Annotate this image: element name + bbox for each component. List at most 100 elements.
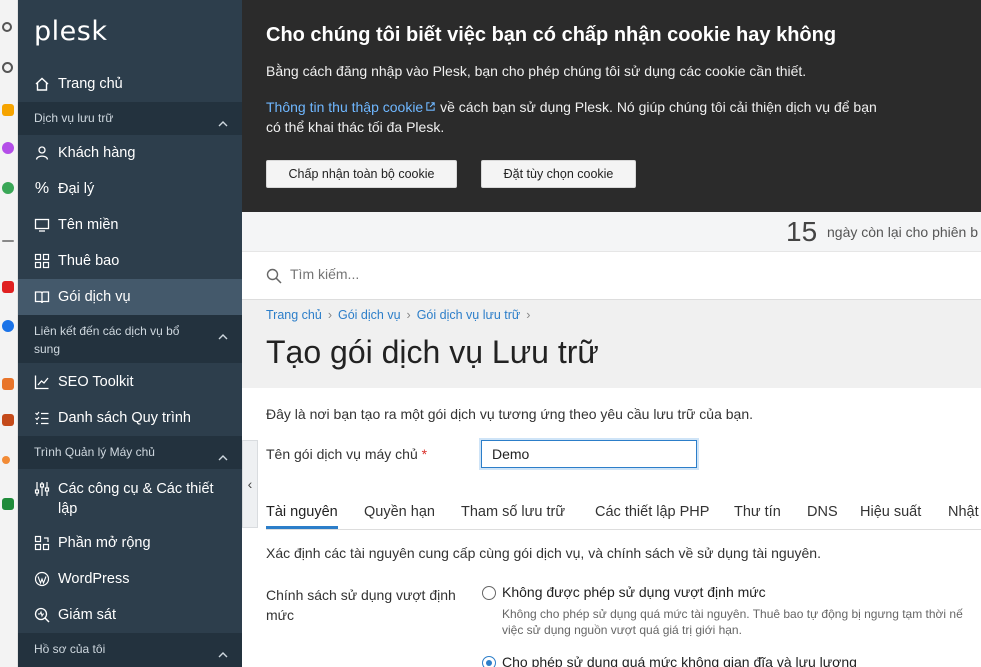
sidebar-item-home[interactable]: Trang chủ	[18, 66, 242, 102]
chevron-right-icon: ›	[327, 308, 332, 322]
chevron-up-icon	[218, 448, 228, 466]
overuse-disallow-radio[interactable]	[482, 586, 496, 600]
chevron-up-icon	[218, 114, 228, 132]
search-icon	[266, 268, 282, 289]
plan-form: Đây là nơi bạn tạo ra một gói dịch vụ tư…	[242, 388, 981, 667]
puzzle-icon	[34, 535, 50, 551]
chevron-up-icon	[218, 327, 228, 345]
sidebar-item-service-plans[interactable]: Gói dịch vụ	[18, 279, 242, 315]
trial-days-count: 15	[786, 216, 818, 247]
plan-name-input[interactable]	[481, 440, 697, 468]
tab-performance[interactable]: Hiệu suất	[860, 504, 921, 526]
sidebar-item-seo-toolkit[interactable]: SEO Toolkit	[18, 364, 242, 400]
gear-icon[interactable]	[2, 22, 12, 32]
tab-mail[interactable]: Thư tín	[734, 504, 781, 526]
cookie-info-link[interactable]: Thông tin thu thập cookie	[266, 99, 436, 115]
sidebar-item-workflows[interactable]: Danh sách Quy trình	[18, 400, 242, 436]
cookie-info-text: về cách bạn sử dụng Plesk. Nó giúp chúng…	[436, 99, 877, 115]
cookie-text: Bằng cách đăng nhập vào Plesk, bạn cho p…	[266, 63, 807, 79]
sidebar-item-label: SEO Toolkit	[58, 374, 134, 390]
sidebar-item-domains[interactable]: Tên miền	[18, 207, 242, 243]
sidebar-item-label: Phần mở rộng	[58, 535, 151, 551]
sidebar-item-label: Khách hàng	[58, 145, 136, 161]
search-bar	[242, 252, 981, 300]
wordpress-icon	[34, 571, 50, 587]
game2-icon[interactable]	[2, 414, 14, 426]
plan-tabs: Tài nguyên Quyền hạn Tham số lưu trữ Các…	[266, 498, 981, 530]
sidebar-item-label: Gói dịch vụ	[58, 289, 131, 305]
dot-icon[interactable]	[2, 456, 10, 464]
chrome-icon[interactable]	[2, 320, 14, 332]
sidebar-item-tools-settings[interactable]: Các công cụ & Các thiết lập	[18, 470, 242, 526]
circle-icon[interactable]	[2, 62, 13, 73]
breadcrumb: Trang chủ › Gói dịch vụ › Gói dịch vụ lưu tr…	[266, 308, 536, 322]
sheet-icon[interactable]	[2, 498, 14, 510]
overuse-allow-label[interactable]: Cho phép sử dụng quá mức không gian đĩa …	[502, 654, 857, 667]
group-label: Liên kết đến các dịch vụ bổ sung	[34, 324, 180, 356]
chevron-right-icon: ›	[406, 308, 411, 322]
grid-icon	[34, 253, 50, 269]
trial-days-text: ngày còn lại cho phiên b	[827, 224, 978, 240]
book-icon	[34, 289, 50, 305]
plesk-logo[interactable]: plesk	[34, 16, 107, 47]
search-input[interactable]	[290, 266, 690, 282]
monitoring-icon	[34, 607, 50, 623]
overuse-disallow-hint: Không cho phép sử dụng quá mức tài nguyê…	[502, 607, 963, 637]
group-hosting[interactable]: Dịch vụ lưu trữ	[18, 102, 242, 135]
group-label: Dịch vụ lưu trữ	[34, 111, 114, 125]
tab-dns[interactable]: DNS	[807, 504, 838, 526]
trial-bar: 15 ngày còn lại cho phiên b	[242, 212, 981, 252]
sidebar-item-subscriptions[interactable]: Thuê bao	[18, 243, 242, 279]
sidebar-item-monitoring[interactable]: Giám sát	[18, 597, 242, 633]
sidebar-item-wordpress[interactable]: WordPress	[18, 561, 242, 597]
breadcrumb-hosting-plans[interactable]: Gói dịch vụ lưu trữ	[417, 308, 521, 322]
home-icon	[34, 76, 50, 92]
sidebar-item-label: WordPress	[58, 571, 130, 587]
app-icon[interactable]	[2, 104, 14, 116]
os-taskbar	[0, 0, 18, 667]
page-title: Tạo gói dịch vụ Lưu trữ	[266, 334, 599, 370]
minus-icon[interactable]	[2, 240, 14, 242]
youtube-icon[interactable]	[2, 281, 14, 293]
group-label: Hồ sơ của tôi	[34, 642, 106, 656]
overuse-policy-label: Chính sách sử dụng vượt định mức	[266, 587, 456, 623]
overuse-allow-radio[interactable]	[482, 656, 496, 667]
group-label: Trình Quản lý Máy chủ	[34, 445, 155, 459]
breadcrumb-service-plans[interactable]: Gói dịch vụ	[338, 308, 401, 322]
sliders-icon	[34, 481, 50, 497]
group-additional-services[interactable]: Liên kết đến các dịch vụ bổ sung	[18, 315, 242, 363]
leaf-icon[interactable]	[2, 182, 14, 194]
cookie-info: Thông tin thu thập cookie về cách bạn sử…	[266, 97, 957, 137]
sidebar-item-label: Các công cụ & Các thiết lập	[58, 481, 214, 517]
tab-permissions[interactable]: Quyền hạn	[364, 504, 435, 526]
accept-all-cookies-button[interactable]: Chấp nhận toàn bộ cookie	[266, 160, 457, 188]
tab-resources[interactable]: Tài nguyên	[266, 504, 338, 529]
overuse-disallow-label[interactable]: Không được phép sử dụng vượt định mức	[502, 584, 766, 600]
chevron-up-icon	[218, 645, 228, 663]
sidebar-item-label: Giám sát	[58, 607, 117, 623]
sidebar-item-extensions[interactable]: Phần mở rộng	[18, 525, 242, 561]
tab-logs[interactable]: Nhật	[948, 504, 979, 526]
sidebar-item-resellers[interactable]: % Đại lý	[18, 171, 242, 207]
sidebar-item-label: Trang chủ	[58, 76, 123, 92]
user-icon	[34, 145, 50, 161]
resources-description: Xác định các tài nguyên cung cấp cùng gó…	[266, 545, 821, 561]
form-intro: Đây là nơi bạn tạo ra một gói dịch vụ tư…	[266, 406, 754, 422]
cookie-settings-button[interactable]: Đặt tùy chọn cookie	[481, 160, 636, 188]
sidebar-item-label: Thuê bao	[58, 253, 120, 269]
messenger-icon[interactable]	[2, 142, 14, 154]
external-link-icon	[426, 102, 435, 111]
required-marker: *	[421, 446, 428, 462]
monitor-icon	[34, 217, 50, 233]
chart-icon	[34, 374, 50, 390]
tab-php-settings[interactable]: Các thiết lập PHP	[595, 504, 709, 526]
game-icon[interactable]	[2, 378, 14, 390]
cookie-banner: Cho chúng tôi biết việc bạn có chấp nhận…	[242, 0, 981, 212]
group-my-profile[interactable]: Hồ sơ của tôi	[18, 633, 242, 667]
sidebar-item-label: Danh sách Quy trình	[58, 410, 191, 426]
sidebar-item-customers[interactable]: Khách hàng	[18, 135, 242, 171]
tab-hosting-parameters[interactable]: Tham số lưu trữ	[461, 504, 565, 526]
breadcrumb-home[interactable]: Trang chủ	[266, 308, 322, 322]
percent-icon: %	[34, 180, 50, 197]
group-server-management[interactable]: Trình Quản lý Máy chủ	[18, 436, 242, 469]
